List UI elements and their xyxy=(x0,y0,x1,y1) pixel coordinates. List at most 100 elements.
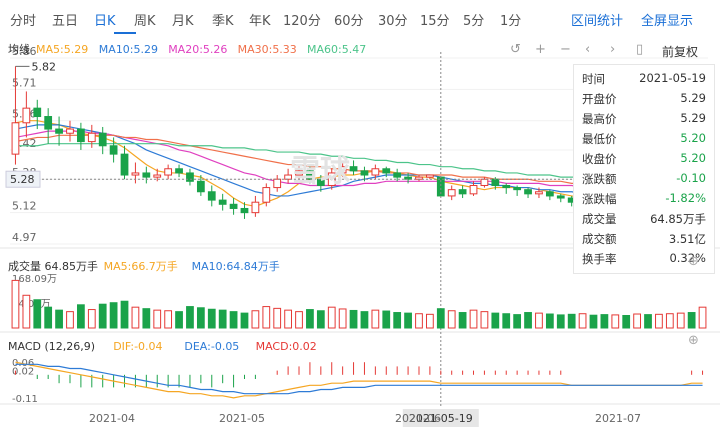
candle-body xyxy=(109,145,118,155)
x-axis-tick: 2021-06 xyxy=(395,412,441,425)
volume-bar xyxy=(251,310,260,329)
volume-bar xyxy=(131,306,140,329)
tab-11[interactable]: 5分 xyxy=(463,10,484,29)
candle-body xyxy=(98,132,107,147)
volume-bar xyxy=(698,306,707,329)
volume-bar xyxy=(426,313,434,329)
fuquan-select[interactable]: 前复权 xyxy=(662,43,698,60)
candle-type-icon[interactable]: ▯ xyxy=(636,42,643,57)
candle-body xyxy=(33,107,42,118)
volume-bar xyxy=(153,309,162,329)
info-value: 5.29 xyxy=(680,91,706,105)
ma-legend-item: MA30:5.33 xyxy=(238,43,297,56)
volume-bar xyxy=(22,294,31,329)
fullscreen-link[interactable]: 全屏显示 xyxy=(641,10,693,29)
info-row: 涨跌额 -0.10 xyxy=(582,171,706,190)
macd-legend-item: MACD:0.02 xyxy=(256,340,317,353)
tab-5[interactable]: 季K xyxy=(212,10,234,29)
candle-body xyxy=(545,191,554,197)
pan-right-icon[interactable]: › xyxy=(610,42,615,57)
x-axis-tick: 2021-05 xyxy=(219,412,265,425)
info-row: 成交量 64.85万手 xyxy=(582,211,706,230)
tab-9[interactable]: 30分 xyxy=(378,10,408,29)
macd-toggle-icon[interactable]: ⊕ xyxy=(688,333,699,348)
info-key: 开盘价 xyxy=(582,92,617,106)
tab-3[interactable]: 周K xyxy=(134,10,156,29)
tab-12[interactable]: 1分 xyxy=(500,10,521,29)
candle-body xyxy=(120,153,129,176)
y-tick-label: 5.12 xyxy=(12,200,37,213)
tab-6[interactable]: 年K xyxy=(249,10,271,29)
volume-bar xyxy=(175,311,183,329)
info-key: 涨跌额 xyxy=(582,172,617,186)
volume-bar xyxy=(186,306,194,329)
macd-legend-item: DIF:-0.04 xyxy=(113,340,162,353)
volume-bar xyxy=(240,312,249,329)
info-value: 5.20 xyxy=(680,151,706,165)
volume-bar xyxy=(66,311,74,329)
tab-4[interactable]: 月K xyxy=(172,10,194,29)
ma-legend-item: MA10:5.29 xyxy=(99,43,158,56)
tab-10[interactable]: 15分 xyxy=(420,10,450,29)
candle-body xyxy=(556,195,565,199)
volume-legend-item: MA5:66.7万手 xyxy=(104,259,178,273)
x-axis-tick: 2021-07 xyxy=(595,412,641,425)
tab-0[interactable]: 分时 xyxy=(10,10,36,29)
tab-1[interactable]: 五日 xyxy=(52,10,78,29)
tab-7[interactable]: 120分 xyxy=(283,10,321,29)
range-stats-link[interactable]: 区间统计 xyxy=(571,10,623,29)
info-key: 时间 xyxy=(582,72,605,86)
candle-body xyxy=(44,116,53,130)
info-row: 最高价 5.29 xyxy=(582,111,706,130)
volume-bar xyxy=(458,312,467,329)
info-row: 成交额 3.51亿 xyxy=(582,231,706,250)
candle-body xyxy=(469,184,478,195)
candle-body xyxy=(349,166,358,172)
info-value: 5.29 xyxy=(680,111,706,125)
candle-body xyxy=(22,107,31,124)
volume-bar xyxy=(393,312,402,329)
zoom-in-icon[interactable]: + xyxy=(535,42,546,57)
volume-bar xyxy=(327,306,336,329)
volume-toggle-icon[interactable]: ⊕ xyxy=(688,254,699,269)
volume-bar xyxy=(77,304,85,329)
volume-bar xyxy=(196,307,205,329)
candle-body xyxy=(393,172,402,178)
ma-legend-item: MA60:5.47 xyxy=(307,43,366,56)
candle-body xyxy=(458,189,467,195)
pan-left-icon[interactable]: ‹ xyxy=(585,42,590,57)
watermark-logo: 雪球 xyxy=(290,154,350,189)
volume-bar xyxy=(218,309,227,329)
reset-icon[interactable]: ↺ xyxy=(510,42,521,57)
info-row: 时间 2021-05-19 xyxy=(582,71,706,90)
active-tab-underline xyxy=(114,32,136,34)
volume-bar xyxy=(142,308,151,329)
volume-bar xyxy=(338,308,347,329)
volume-bar xyxy=(262,306,271,329)
macd-dif-line xyxy=(15,361,703,399)
zoom-out-icon[interactable]: − xyxy=(560,42,571,57)
candle-body xyxy=(535,191,543,195)
info-key: 涨跌幅 xyxy=(582,192,617,206)
volume-bar xyxy=(622,315,631,329)
candle-body xyxy=(142,172,151,178)
tab-2[interactable]: 日K xyxy=(94,10,116,29)
macd-y-tick: -0.11 xyxy=(12,394,38,405)
info-value: -1.82% xyxy=(665,191,706,205)
crosshair-price-label: 5.28 xyxy=(10,173,35,186)
info-value: 64.85万手 xyxy=(650,212,706,226)
info-key: 收盘价 xyxy=(582,152,617,166)
volume-bar xyxy=(306,309,314,329)
ma-legend-item: MA20:5.26 xyxy=(168,43,227,56)
volume-bar xyxy=(633,313,641,329)
volume-bar xyxy=(469,309,478,329)
volume-bar xyxy=(207,308,216,329)
tab-8[interactable]: 60分 xyxy=(334,10,364,29)
ma-legend-item: MA5:5.29 xyxy=(36,43,88,56)
candle-body xyxy=(251,201,260,214)
volume-bar xyxy=(480,311,489,329)
volume-bar xyxy=(55,309,63,329)
candle-body xyxy=(164,168,173,176)
macd-dea-line xyxy=(15,363,703,395)
macd-legend-item: MACD (12,26,9) xyxy=(8,340,95,353)
